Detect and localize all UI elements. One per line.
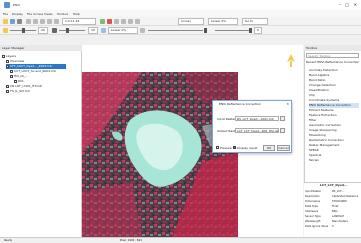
- status-pixel: Pixel: 1002 , 844: [120, 239, 142, 242]
- open-icon[interactable]: [3, 19, 8, 24]
- contrast-value[interactable]: 10: [88, 27, 98, 34]
- sharpen-slider[interactable]: [215, 30, 249, 31]
- prop-value: 0: [332, 225, 334, 228]
- rotate-icon[interactable]: [54, 19, 59, 24]
- close-icon[interactable]: ✕: [354, 2, 357, 7]
- stretch-icon[interactable]: [140, 28, 145, 33]
- status-left: Ready: [4, 239, 13, 242]
- envi-app-icon: [4, 2, 10, 8]
- crosshair-icon[interactable]: [128, 19, 133, 24]
- checkbox-icon[interactable]: [6, 89, 9, 93]
- window-title: ENVI: [13, 3, 21, 7]
- prop-key: Data Type: [305, 205, 318, 208]
- menu-views[interactable]: Views: [44, 12, 53, 16]
- toolbox-recent[interactable]: Recent ENVI Reflectance Correction: [306, 60, 359, 65]
- input-raster-label: Input Raster: [217, 117, 236, 121]
- maximize-icon[interactable]: □: [345, 2, 349, 7]
- ok-button[interactable]: OK: [263, 145, 275, 151]
- prop-key: Data Ignore Value: [305, 225, 329, 228]
- prop-value: LANDSAT: [332, 215, 345, 218]
- zoom-select[interactable]: 1:2:11.15: [62, 18, 96, 25]
- prop-value: RS_LCT...: [332, 190, 344, 193]
- preview-label: Preview: [220, 146, 232, 150]
- toolbox-header: Toolbox: [304, 45, 361, 51]
- display-toolbar: 20 10 Linear 2% 0: [0, 26, 361, 35]
- stretch-type-select[interactable]: Linear 2%: [108, 27, 138, 34]
- opacity-select[interactable]: Linear 2%: [208, 18, 238, 25]
- display-result-label: Display result: [237, 146, 258, 150]
- brightness-value[interactable]: 20: [38, 27, 48, 34]
- layer-manager-header: Layer Manager: [0, 45, 82, 51]
- menu-help[interactable]: Help: [73, 12, 80, 16]
- menu-file[interactable]: File: [3, 12, 8, 16]
- sharpen-icon: [101, 28, 106, 33]
- prop-key: Dimensions: [305, 200, 321, 203]
- title-bar: ENVI ✕ □ –: [0, 0, 361, 10]
- stretch-select[interactable]: (none): [178, 18, 204, 25]
- transparency-slider-thumb[interactable]: [204, 28, 207, 33]
- annotation-icon[interactable]: [114, 19, 119, 24]
- zoom-in-icon[interactable]: [40, 19, 45, 24]
- measure-icon[interactable]: [135, 19, 140, 24]
- prop-key: Description: [305, 195, 320, 198]
- dialog-title: ENVI Reflectance Correction: [213, 101, 291, 107]
- cancel-button[interactable]: Cancel: [277, 145, 290, 151]
- north-arrow-icon: [287, 54, 295, 68]
- minimize-icon[interactable]: –: [339, 2, 341, 7]
- toolbox-search-input[interactable]: Search Toolbox: [306, 53, 359, 58]
- main-toolbar: 1:2:11.15 (none) Linear 2% Go to: [0, 17, 361, 26]
- menu-file-access[interactable]: File Access: [27, 12, 43, 16]
- vector-icon[interactable]: [100, 19, 105, 24]
- prop-key: Wavelength: [305, 220, 321, 223]
- print-icon[interactable]: [17, 19, 22, 24]
- prop-value: Float: [332, 205, 339, 208]
- layer-row[interactable]: TS_IL_Si0.hdr: [6, 89, 30, 94]
- contrast-slider-thumb[interactable]: [66, 28, 69, 33]
- sharpen-value[interactable]: 0: [254, 27, 262, 34]
- satellite-image[interactable]: [82, 72, 238, 237]
- prop-key: Sensor Type: [305, 215, 321, 218]
- checkbox-icon[interactable]: [10, 69, 13, 73]
- prop-value: BSQ: [332, 210, 338, 213]
- sharpen-slider-thumb[interactable]: [249, 28, 252, 33]
- contrast-slider[interactable]: [59, 30, 85, 31]
- status-bar: Ready Pixel: 1002 , 844: [0, 237, 361, 243]
- browse-output-button[interactable]: [280, 128, 285, 133]
- select-icon[interactable]: [26, 19, 31, 24]
- checkbox-icon[interactable]: [6, 84, 9, 88]
- prop-value: 5760x4060: [332, 200, 347, 203]
- prop-value: Nanometers: [332, 220, 348, 223]
- checkbox-icon[interactable]: [2, 54, 5, 58]
- dialog-close-icon[interactable]: ✕: [286, 102, 289, 106]
- toolbox-item[interactable]: Terrain: [309, 158, 359, 163]
- output-raster-field[interactable]: LCT_LCT_Dyed...R01 HSI.dat: [235, 128, 279, 133]
- menu-display[interactable]: Display: [12, 12, 23, 16]
- roi-icon[interactable]: [107, 19, 112, 24]
- brightness-slider-thumb[interactable]: [22, 28, 25, 33]
- checkbox-icon[interactable]: [14, 79, 17, 83]
- checkbox-icon[interactable]: [6, 59, 9, 63]
- cursor-value-icon[interactable]: [121, 19, 126, 24]
- reflectance-correction-dialog: ENVI Reflectance Correction ✕ Input Rast…: [212, 100, 292, 153]
- display-result-checkbox[interactable]: [233, 146, 236, 149]
- menu-toolbox[interactable]: Toolbox: [57, 12, 68, 16]
- pan-icon[interactable]: [33, 19, 38, 24]
- prop-key: Interleave: [305, 210, 319, 213]
- goto-field[interactable]: Go to: [242, 18, 268, 25]
- menu-bar: File Display File Access Views Toolbox H…: [0, 10, 361, 17]
- input-raster-field[interactable]: RS_LCT_Dyed...1001.hdr: [235, 116, 279, 121]
- contrast-icon: [52, 28, 57, 33]
- brightness-icon: [3, 28, 8, 33]
- browse-input-button[interactable]: [280, 116, 285, 121]
- checkbox-icon[interactable]: [10, 74, 13, 78]
- properties-title: LCT_LCT_Dyed...: [320, 183, 348, 187]
- transparency-slider[interactable]: [148, 30, 203, 31]
- prop-key: Input Raster: [305, 190, 321, 193]
- prop-value: Calibrated Radiance: [332, 195, 359, 198]
- preview-checkbox[interactable]: [216, 146, 219, 149]
- save-icon[interactable]: [10, 19, 15, 24]
- zoom-out-icon[interactable]: [47, 19, 52, 24]
- checkbox-icon[interactable]: [6, 64, 9, 68]
